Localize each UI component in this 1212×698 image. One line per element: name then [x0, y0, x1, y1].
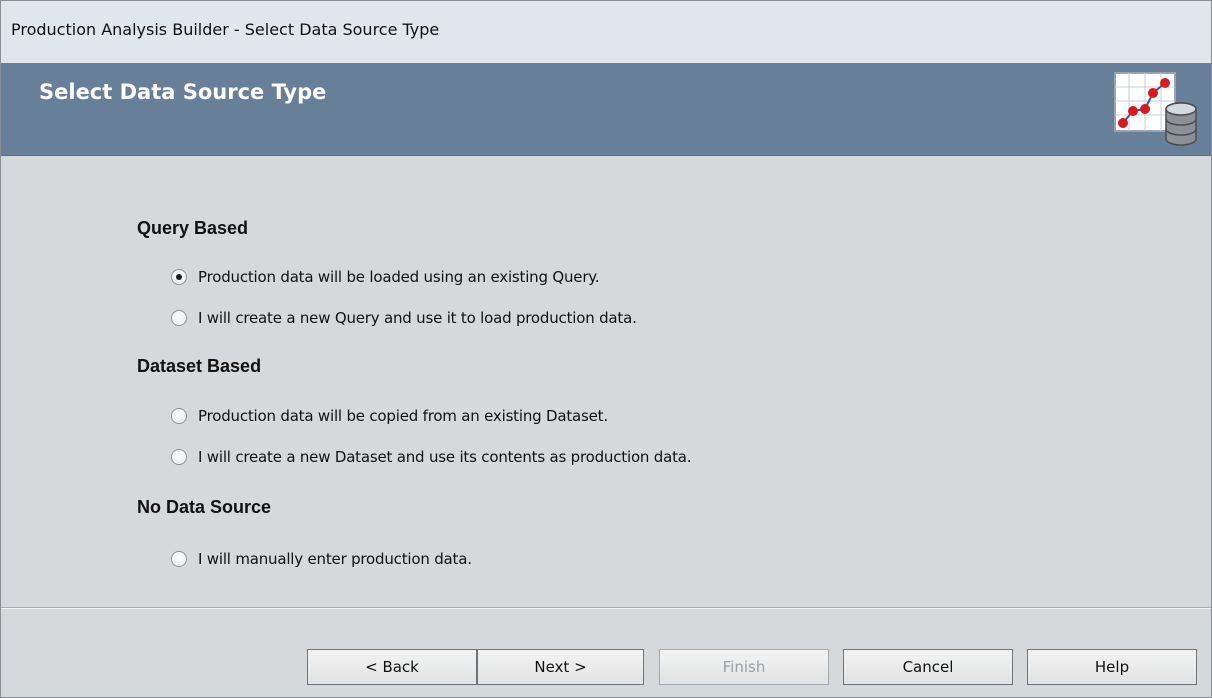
- radio-button[interactable]: [171, 551, 187, 567]
- section-heading-dataset-based: Dataset Based: [137, 356, 262, 376]
- radio-button[interactable]: [171, 408, 187, 424]
- radio-button[interactable]: [171, 269, 187, 285]
- next-button[interactable]: Next >: [477, 649, 644, 685]
- option-new-dataset[interactable]: I will create a new Dataset and use its …: [171, 446, 692, 468]
- option-existing-dataset[interactable]: Production data will be copied from an e…: [171, 405, 608, 427]
- radio-button[interactable]: [171, 449, 187, 465]
- option-label: I will create a new Query and use it to …: [198, 309, 637, 327]
- chart-database-icon: [1114, 72, 1197, 146]
- section-heading-query-based: Query Based: [137, 218, 249, 238]
- finish-button[interactable]: Finish: [659, 649, 829, 685]
- option-label: Production data will be copied from an e…: [198, 407, 608, 425]
- section-heading-no-data-source: No Data Source: [137, 497, 272, 517]
- help-button[interactable]: Help: [1027, 649, 1197, 685]
- page-title: Select Data Source Type: [39, 80, 327, 104]
- option-label: Production data will be loaded using an …: [198, 268, 600, 286]
- footer-separator: [1, 607, 1211, 609]
- wizard-content: Query Based Production data will be load…: [1, 156, 1211, 607]
- back-button[interactable]: < Back: [307, 649, 477, 685]
- option-label: I will create a new Dataset and use its …: [198, 448, 692, 466]
- option-existing-query[interactable]: Production data will be loaded using an …: [171, 266, 600, 288]
- radio-button[interactable]: [171, 310, 187, 326]
- window-title: Production Analysis Builder - Select Dat…: [11, 20, 440, 39]
- option-manual-entry[interactable]: I will manually enter production data.: [171, 548, 472, 570]
- option-label: I will manually enter production data.: [198, 550, 472, 568]
- title-bar: Production Analysis Builder - Select Dat…: [1, 1, 1211, 64]
- cancel-button[interactable]: Cancel: [843, 649, 1013, 685]
- wizard-header: Select Data Source Type: [1, 63, 1211, 156]
- option-new-query[interactable]: I will create a new Query and use it to …: [171, 307, 637, 329]
- wizard-window: Production Analysis Builder - Select Dat…: [0, 0, 1212, 698]
